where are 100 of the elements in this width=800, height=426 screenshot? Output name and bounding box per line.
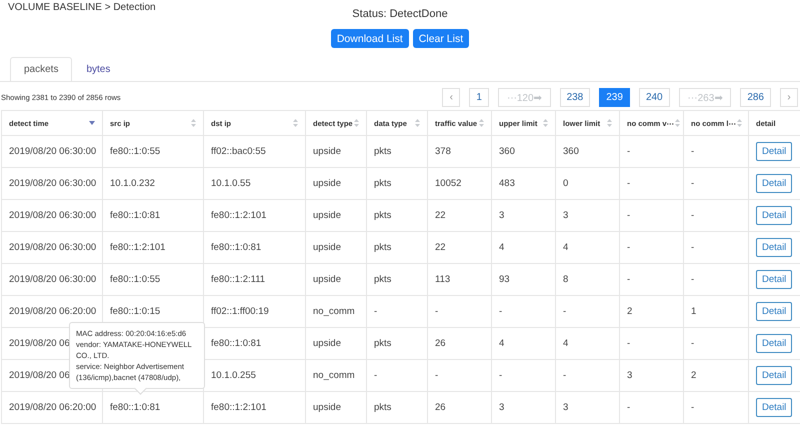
table-cell: 2 [627, 306, 632, 317]
detail-button[interactable]: Detail [756, 206, 792, 225]
table-cell: 2019/08/20 06 [9, 370, 70, 381]
table-cell: - [691, 210, 694, 221]
detail-button[interactable]: Detail [756, 270, 792, 289]
table-cell: no_comm [313, 370, 355, 381]
sort-icon[interactable] [543, 119, 548, 127]
table-cell: - [435, 306, 438, 317]
previous-page-button[interactable]: ‹ [442, 88, 460, 107]
table-cell: 3 [627, 370, 632, 381]
detail-button[interactable]: Detail [756, 174, 792, 193]
table-cell: 2019/08/20 06 [9, 338, 70, 349]
table-cell: 22 [435, 242, 446, 253]
table-cell: upside [313, 402, 341, 413]
sort-icon[interactable] [293, 119, 298, 127]
table-cell: 2019/08/20 06:20:00 [9, 402, 96, 413]
tab[interactable]: packets [10, 57, 72, 81]
table-cell: pkts [374, 178, 392, 189]
clear-list-button[interactable]: Clear List [412, 29, 470, 48]
table-cell: 10.1.0.55 [211, 178, 251, 189]
table-cell: fe80::1:2:111 [211, 274, 266, 285]
table-cell: 26 [435, 402, 446, 413]
table-cell: pkts [374, 242, 392, 253]
table-cell: - [627, 210, 630, 221]
table-cell: 3 [499, 210, 504, 221]
table-cell: 378 [435, 146, 451, 157]
table-cell: 26 [435, 338, 446, 349]
table-cell: upside [313, 242, 341, 253]
table-cell: 4 [499, 242, 504, 253]
tab[interactable]: bytes [72, 57, 124, 81]
table-cell: - [563, 370, 566, 381]
table-cell: - [627, 274, 630, 285]
table-cell: ff02::1:ff00:19 [211, 306, 269, 317]
sort-icon[interactable] [415, 119, 420, 127]
detail-button[interactable]: Detail [756, 334, 792, 353]
detail-button[interactable]: Detail [756, 238, 792, 257]
sort-icon[interactable] [479, 119, 484, 127]
table-cell: pkts [374, 338, 392, 349]
table-cell: fe80::1:0:55 [110, 146, 160, 157]
table-cell: 3 [563, 402, 568, 413]
table-cell: fe80::1:2:101 [110, 242, 166, 253]
download-list-button[interactable]: Download List [330, 29, 409, 48]
table-cell: 483 [499, 178, 515, 189]
table-cell: fe80::1:0:81 [211, 242, 262, 253]
table-cell: 10.1.0.255 [211, 370, 256, 381]
table-cell: fe80::1:2:101 [211, 210, 266, 221]
table-cell: - [435, 370, 438, 381]
table-cell: 3 [499, 402, 504, 413]
sort-icon[interactable] [607, 119, 612, 127]
table-cell: fe80::1:0:15 [110, 306, 160, 317]
table-cell: - [691, 402, 694, 413]
table-cell: upside [313, 338, 341, 349]
table-cell: upside [313, 178, 341, 189]
detail-button[interactable]: Detail [756, 398, 792, 417]
table-cell: - [691, 338, 694, 349]
next-page-button[interactable]: › [780, 88, 798, 107]
page-button[interactable]: 238 [560, 88, 590, 107]
table-cell: upside [313, 146, 341, 157]
table-cell: 2019/08/20 06:20:00 [9, 306, 96, 317]
detail-button[interactable]: Detail [756, 302, 792, 321]
table-cell: - [627, 242, 630, 253]
table-cell: pkts [374, 402, 392, 413]
page-button[interactable]: 239 [599, 88, 630, 107]
table-cell: fe80::1:0:55 [110, 274, 160, 285]
table-cell: - [691, 242, 694, 253]
table-cell: pkts [374, 274, 392, 285]
table-cell: 360 [499, 146, 515, 157]
table-cell: no_comm [313, 306, 355, 317]
table-cell: ff02::bac0:55 [211, 146, 266, 157]
table-cell: 1 [691, 306, 696, 317]
table-cell: 4 [563, 338, 568, 349]
table-cell: fe80::1:0:81 [110, 402, 160, 413]
table-cell: 3 [563, 210, 568, 221]
table-cell: 2019/08/20 06:30:00 [9, 242, 96, 253]
table-cell: pkts [374, 210, 392, 221]
table-cell: - [691, 274, 694, 285]
page-button[interactable]: 286 [740, 88, 771, 107]
table-cell: - [627, 338, 630, 349]
table-cell: - [691, 178, 694, 189]
page-button[interactable]: 1 [469, 88, 489, 107]
sort-icon[interactable] [354, 119, 359, 127]
sort-descending-icon[interactable] [89, 121, 95, 125]
table-cell: fe80::1:0:81 [211, 338, 262, 349]
sort-icon[interactable] [191, 119, 196, 127]
breadcrumb: VOLUME BASELINE > Detection [8, 2, 156, 13]
page-button[interactable]: 240 [638, 88, 670, 107]
table-cell: 2 [691, 370, 696, 381]
table-cell: 2019/08/20 06:30:00 [9, 146, 96, 157]
table-cell: 4 [563, 242, 568, 253]
sort-icon[interactable] [674, 119, 680, 127]
detail-button[interactable]: Detail [756, 142, 792, 161]
table-cell: - [627, 402, 630, 413]
table-cell: 2019/08/20 06:30:00 [9, 178, 96, 189]
sort-icon[interactable] [736, 119, 742, 127]
table-cell: fe80::1:0:81 [110, 210, 160, 221]
table-cell: - [499, 370, 502, 381]
table-cell: - [499, 306, 502, 317]
table-cell: 10052 [435, 178, 462, 189]
detail-button[interactable]: Detail [756, 366, 792, 385]
table-cell: upside [313, 274, 341, 285]
